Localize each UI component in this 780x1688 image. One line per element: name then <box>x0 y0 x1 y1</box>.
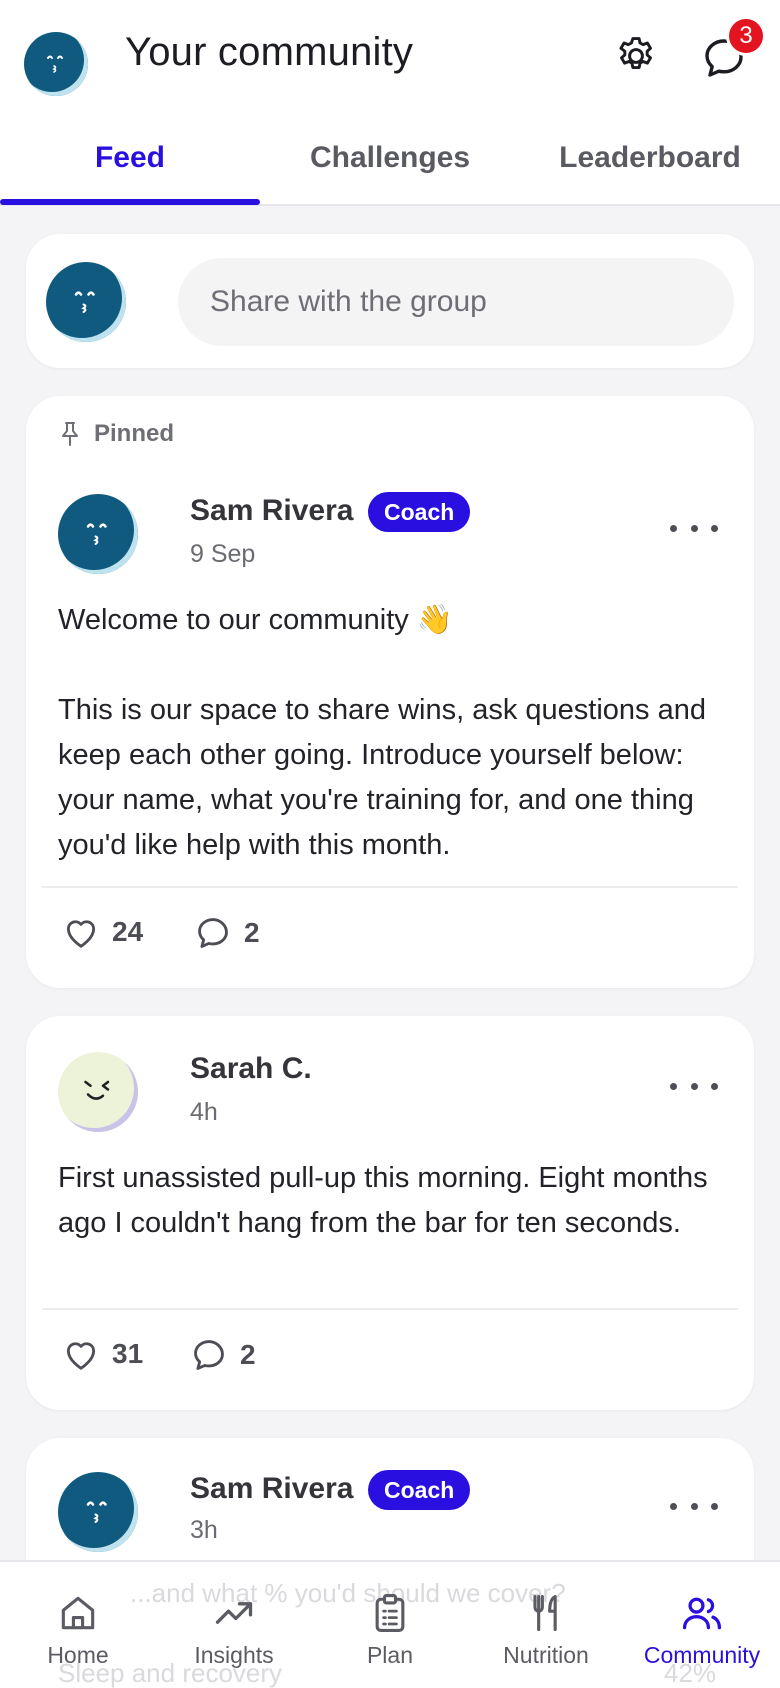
more-options-button[interactable] <box>670 516 718 540</box>
like-button[interactable]: 24 <box>62 914 143 950</box>
composer-avatar <box>46 262 126 342</box>
nav-home[interactable]: Home <box>0 1590 156 1686</box>
fork-knife-icon <box>533 1594 557 1632</box>
tab-leaderboard[interactable]: Leaderboard <box>520 110 780 206</box>
post-card-pinned: Pinned Sam Rivera Coach 9 Sep Welcome to… <box>26 396 754 988</box>
avatar-face-icon <box>47 55 63 73</box>
like-button[interactable]: 31 <box>62 1336 143 1372</box>
nav-nutrition[interactable]: Nutrition <box>468 1590 624 1686</box>
tab-feed[interactable]: Feed <box>0 110 260 206</box>
post-timestamp: 3h <box>190 1516 218 1544</box>
avatar-face-icon <box>86 523 107 545</box>
avatar-wink-face-icon <box>84 1080 110 1100</box>
nav-label: Nutrition <box>503 1642 589 1668</box>
comment-button[interactable]: 2 <box>194 914 260 952</box>
user-avatar[interactable] <box>24 32 88 96</box>
author-avatar[interactable] <box>58 1052 138 1132</box>
share-input[interactable] <box>178 258 734 346</box>
heart-icon <box>66 1342 96 1370</box>
heart-icon <box>66 920 96 948</box>
divider <box>42 886 738 888</box>
divider <box>42 1308 738 1310</box>
nav-label: Plan <box>366 1642 414 1668</box>
avatar-face-icon <box>86 1501 107 1523</box>
like-count: 31 <box>112 1338 144 1369</box>
nav-plan[interactable]: Plan <box>312 1590 468 1686</box>
nav-community[interactable]: Community <box>624 1590 780 1686</box>
bottom-navigation: ...and what % you'd should we cover? Sle… <box>0 1560 780 1688</box>
post-timestamp: 9 Sep <box>190 540 256 568</box>
comment-button[interactable]: 2 <box>190 1336 256 1374</box>
like-count: 24 <box>112 916 144 947</box>
author-avatar[interactable] <box>58 1472 138 1552</box>
post-card: Sarah C. 4h First unassisted pull-up thi… <box>26 1016 754 1410</box>
coach-badge: Coach <box>368 1470 471 1510</box>
comment-icon <box>198 918 228 948</box>
pin-icon <box>62 422 78 446</box>
author-avatar[interactable] <box>58 494 138 574</box>
settings-button[interactable] <box>612 32 660 80</box>
people-icon <box>682 1597 722 1630</box>
author-name[interactable]: Sam Rivera <box>190 1472 353 1506</box>
author-name[interactable]: Sarah C. <box>190 1052 312 1086</box>
post-body: Welcome to our community 👋 This is our s… <box>58 604 706 861</box>
nav-label: Home <box>47 1642 109 1668</box>
post-timestamp: 4h <box>190 1098 218 1126</box>
author-name[interactable]: Sam Rivera <box>190 494 353 528</box>
gear-icon <box>619 37 652 70</box>
top-app-bar: Your community 3 <box>0 0 780 110</box>
comment-icon <box>194 1340 224 1370</box>
nav-label: Insights <box>194 1642 274 1668</box>
avatar-face-icon <box>74 291 95 313</box>
nav-label: Community <box>643 1642 761 1668</box>
nav-insights[interactable]: Insights <box>156 1590 312 1686</box>
active-tab-indicator <box>0 199 260 205</box>
tab-challenges[interactable]: Challenges <box>260 110 520 206</box>
page-title: Your community <box>125 30 414 74</box>
comment-count: 2 <box>240 1339 256 1370</box>
comment-count: 2 <box>244 917 260 948</box>
clipboard-icon <box>375 1594 405 1632</box>
pinned-indicator: Pinned <box>58 420 174 448</box>
home-icon <box>61 1596 95 1630</box>
tab-bar: Feed Challenges Leaderboard <box>0 110 780 206</box>
post-body: First unassisted pull-up this morning. E… <box>58 1162 708 1239</box>
more-options-button[interactable] <box>670 1074 718 1098</box>
coach-badge: Coach <box>368 492 471 532</box>
pinned-label: Pinned <box>94 420 175 447</box>
more-options-button[interactable] <box>670 1494 718 1518</box>
trend-icon <box>215 1602 253 1624</box>
unread-badge: 3 <box>726 16 766 56</box>
post-composer <box>26 234 754 368</box>
